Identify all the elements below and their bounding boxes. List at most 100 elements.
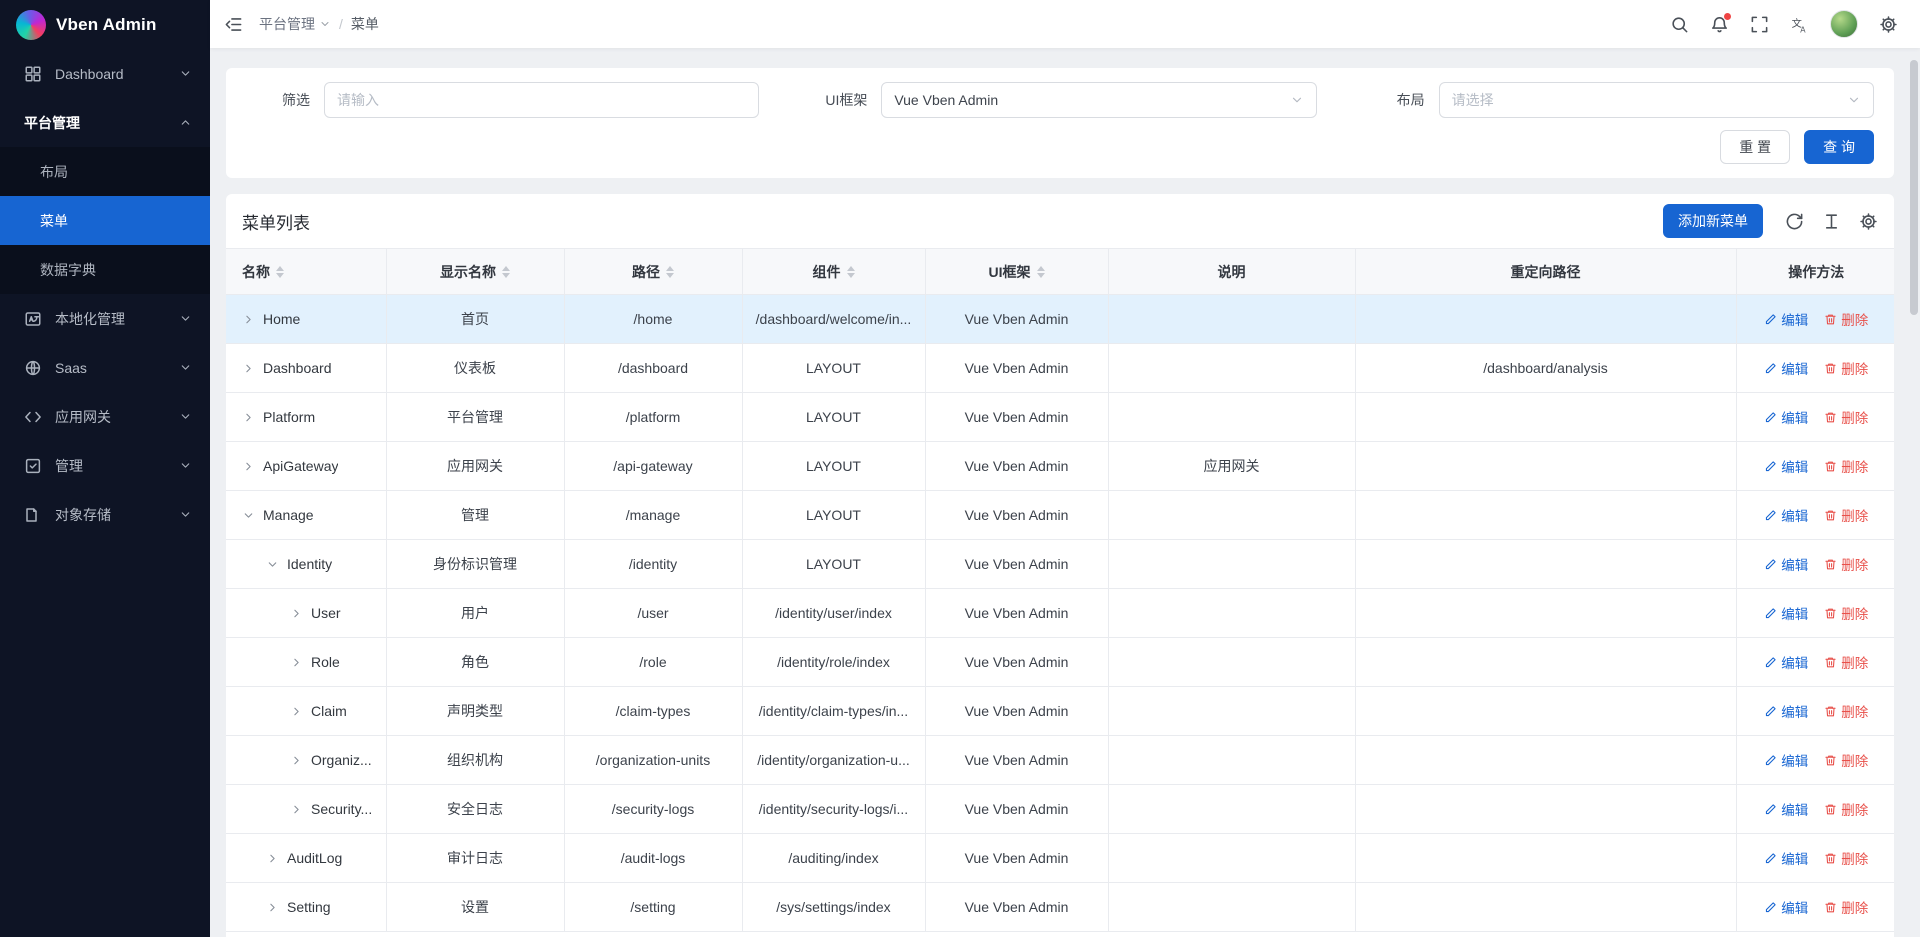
sidebar-group-platform: 平台管理布局菜单数据字典 <box>0 98 210 294</box>
row-expander-icon[interactable] <box>290 656 303 669</box>
sidebar-subitem-menu[interactable]: 菜单 <box>0 196 210 245</box>
chevron-down-icon <box>1847 93 1861 107</box>
row-expander-icon[interactable] <box>266 901 279 914</box>
column-header-name[interactable]: 名称 <box>226 249 386 295</box>
manage-icon <box>24 457 42 475</box>
row-expander-icon[interactable] <box>242 411 255 424</box>
settings-gear-icon[interactable] <box>1879 15 1898 34</box>
query-button[interactable]: 查 询 <box>1804 130 1874 164</box>
row-expander-icon[interactable] <box>290 607 303 620</box>
menu-name: Role <box>311 654 340 670</box>
delete-button[interactable]: 删除 <box>1824 799 1868 819</box>
sidebar-item-object-storage[interactable]: 对象存储 <box>0 490 210 539</box>
sidebar-item-dashboard[interactable]: Dashboard <box>0 49 210 98</box>
sidebar-subitem-data-dictionary[interactable]: 数据字典 <box>0 245 210 294</box>
search-icon[interactable] <box>1670 15 1689 34</box>
sort-carets-icon[interactable] <box>502 266 510 278</box>
sort-carets-icon[interactable] <box>276 266 284 278</box>
cell-component: LAYOUT <box>742 344 925 393</box>
sort-carets-icon[interactable] <box>847 266 855 278</box>
row-name-wrap: Identity <box>226 556 380 572</box>
row-expander-icon[interactable] <box>290 803 303 816</box>
row-expander-icon[interactable] <box>290 705 303 718</box>
row-expander-icon[interactable] <box>266 558 279 571</box>
edit-icon <box>1764 509 1777 522</box>
scrollbar-thumb[interactable] <box>1910 60 1918 315</box>
cell-actions: 编辑删除 <box>1736 736 1894 785</box>
column-header-component[interactable]: 组件 <box>742 249 925 295</box>
delete-button[interactable]: 删除 <box>1824 750 1868 770</box>
sidebar-item-gateway[interactable]: 应用网关 <box>0 392 210 441</box>
sidebar-subitem-layout[interactable]: 布局 <box>0 147 210 196</box>
delete-button[interactable]: 删除 <box>1824 652 1868 672</box>
main-area: 平台管理 / 菜单 文A 筛选 <box>210 0 1920 937</box>
sidebar-subitem-label: 布局 <box>40 162 68 182</box>
edit-button[interactable]: 编辑 <box>1764 897 1808 917</box>
row-expander-icon[interactable] <box>242 313 255 326</box>
sidebar-item-localization[interactable]: 本地化管理 <box>0 294 210 343</box>
edit-button[interactable]: 编辑 <box>1764 603 1808 623</box>
menu-fold-icon[interactable] <box>224 15 243 34</box>
table-settings-gear-icon[interactable] <box>1859 212 1878 231</box>
delete-button[interactable]: 删除 <box>1824 407 1868 427</box>
notification-bell-icon[interactable] <box>1710 15 1729 34</box>
edit-button[interactable]: 编辑 <box>1764 701 1808 721</box>
delete-button[interactable]: 删除 <box>1824 309 1868 329</box>
row-height-icon[interactable] <box>1822 212 1841 231</box>
column-header-display_name[interactable]: 显示名称 <box>386 249 564 295</box>
row-expander-icon[interactable] <box>290 754 303 767</box>
translate-icon[interactable]: 文A <box>1790 15 1809 34</box>
delete-button[interactable]: 删除 <box>1824 897 1868 917</box>
cell-path: /home <box>564 295 742 344</box>
edit-button[interactable]: 编辑 <box>1764 799 1808 819</box>
fullscreen-icon[interactable] <box>1750 15 1769 34</box>
edit-button[interactable]: 编辑 <box>1764 652 1808 672</box>
delete-button[interactable]: 删除 <box>1824 603 1868 623</box>
delete-label: 删除 <box>1841 603 1868 623</box>
refresh-icon[interactable] <box>1785 212 1804 231</box>
delete-button[interactable]: 删除 <box>1824 848 1868 868</box>
column-header-label: 说明 <box>1218 262 1246 282</box>
edit-button[interactable]: 编辑 <box>1764 554 1808 574</box>
sidebar: Vben Admin Dashboard平台管理布局菜单数据字典本地化管理Saa… <box>0 0 210 937</box>
delete-icon <box>1824 754 1837 767</box>
delete-button[interactable]: 删除 <box>1824 358 1868 378</box>
edit-button[interactable]: 编辑 <box>1764 309 1808 329</box>
delete-button[interactable]: 删除 <box>1824 505 1868 525</box>
sort-carets-icon[interactable] <box>666 266 674 278</box>
column-header-ui_framework[interactable]: UI框架 <box>925 249 1108 295</box>
layout-select[interactable]: 请选择 <box>1439 82 1874 118</box>
app-logo[interactable]: Vben Admin <box>0 0 210 49</box>
user-avatar[interactable] <box>1830 10 1858 38</box>
sidebar-item-saas[interactable]: Saas <box>0 343 210 392</box>
sidebar-item-manage[interactable]: 管理 <box>0 441 210 490</box>
delete-button[interactable]: 删除 <box>1824 701 1868 721</box>
delete-label: 删除 <box>1841 848 1868 868</box>
menu-table: 名称显示名称路径组件UI框架说明重定向路径操作方法 Home首页/home/da… <box>226 248 1894 932</box>
breadcrumb-item-platform[interactable]: 平台管理 <box>259 14 331 34</box>
edit-button[interactable]: 编辑 <box>1764 750 1808 770</box>
delete-label: 删除 <box>1841 652 1868 672</box>
edit-button[interactable]: 编辑 <box>1764 848 1808 868</box>
edit-button[interactable]: 编辑 <box>1764 407 1808 427</box>
delete-button[interactable]: 删除 <box>1824 456 1868 476</box>
edit-button[interactable]: 编辑 <box>1764 505 1808 525</box>
edit-label: 编辑 <box>1781 358 1808 378</box>
cell-actions: 编辑删除 <box>1736 785 1894 834</box>
reset-button[interactable]: 重 置 <box>1720 130 1790 164</box>
row-expander-icon[interactable] <box>242 509 255 522</box>
edit-button[interactable]: 编辑 <box>1764 456 1808 476</box>
ui-framework-select[interactable]: Vue Vben Admin <box>881 82 1316 118</box>
filter-keyword-input[interactable] <box>324 82 759 118</box>
edit-label: 编辑 <box>1781 750 1808 770</box>
sidebar-item-platform[interactable]: 平台管理 <box>0 98 210 147</box>
edit-button[interactable]: 编辑 <box>1764 358 1808 378</box>
column-header-path[interactable]: 路径 <box>564 249 742 295</box>
row-expander-icon[interactable] <box>242 362 255 375</box>
row-expander-icon[interactable] <box>242 460 255 473</box>
row-expander-icon[interactable] <box>266 852 279 865</box>
delete-button[interactable]: 删除 <box>1824 554 1868 574</box>
add-menu-button[interactable]: 添加新菜单 <box>1663 204 1763 238</box>
sort-carets-icon[interactable] <box>1037 266 1045 278</box>
table-row: Setting设置/setting/sys/settings/indexVue … <box>226 883 1894 932</box>
